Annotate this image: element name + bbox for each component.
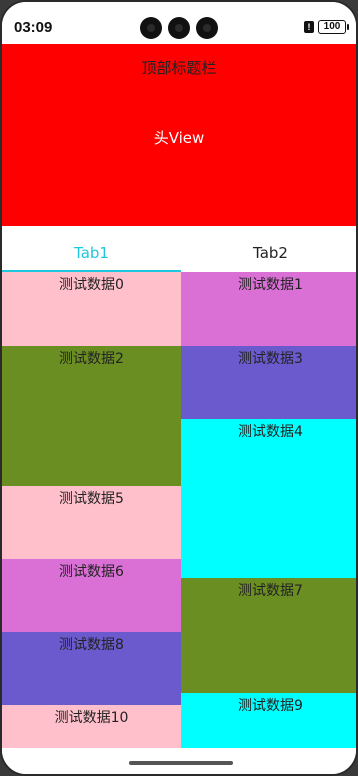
list-item-label: 测试数据1 [238, 277, 303, 293]
list-item[interactable]: 测试数据10 [2, 705, 181, 748]
list-item[interactable]: 测试数据0 [2, 272, 181, 346]
status-bar: 03:09 ! 100 [2, 2, 356, 44]
list-item[interactable]: 测试数据4 [181, 419, 356, 578]
header-view: 顶部标题栏 头View [2, 44, 356, 226]
list-item[interactable]: 测试数据9 [181, 693, 356, 748]
list-item-label: 测试数据5 [59, 491, 124, 507]
list-item-label: 测试数据3 [238, 351, 303, 367]
list-item-label: 测试数据2 [59, 351, 124, 367]
list-item-label: 测试数据6 [59, 564, 124, 580]
phone-screen: 03:09 ! 100 顶部标题栏 头View Tab1 Tab2 测试数据0 … [0, 0, 358, 776]
camera-icon [196, 17, 218, 39]
alert-icon: ! [304, 21, 314, 33]
status-time: 03:09 [14, 19, 53, 36]
camera-icon [168, 17, 190, 39]
list-item[interactable]: 测试数据6 [2, 559, 181, 632]
top-title-bar: 顶部标题栏 [141, 59, 217, 77]
tab-1[interactable]: Tab1 [2, 226, 181, 272]
list-item-label: 测试数据9 [238, 698, 303, 714]
waterfall-list[interactable]: 测试数据0 测试数据1 测试数据2 测试数据3 测试数据4 测试数据5 测试数据… [2, 272, 356, 748]
home-indicator[interactable] [129, 761, 233, 765]
list-item[interactable]: 测试数据2 [2, 346, 181, 486]
head-view-label: 头View [153, 129, 205, 147]
list-item[interactable]: 测试数据1 [181, 272, 356, 346]
home-indicator-area [2, 748, 356, 774]
battery-icon: 100 [318, 20, 349, 34]
camera-icon [140, 17, 162, 39]
list-item-label: 测试数据8 [59, 637, 124, 653]
list-item[interactable]: 测试数据5 [2, 486, 181, 559]
tab-2[interactable]: Tab2 [181, 226, 356, 272]
list-item-label: 测试数据0 [59, 277, 124, 293]
status-icons: ! 100 [304, 20, 349, 34]
list-item-label: 测试数据10 [54, 710, 129, 726]
camera-cutout [140, 17, 218, 39]
list-item[interactable]: 测试数据7 [181, 578, 356, 693]
list-item[interactable]: 测试数据8 [2, 632, 181, 705]
list-item[interactable]: 测试数据3 [181, 346, 356, 419]
list-item-label: 测试数据4 [238, 424, 303, 440]
tab-bar: Tab1 Tab2 [2, 226, 356, 272]
list-item-label: 测试数据7 [238, 583, 303, 599]
